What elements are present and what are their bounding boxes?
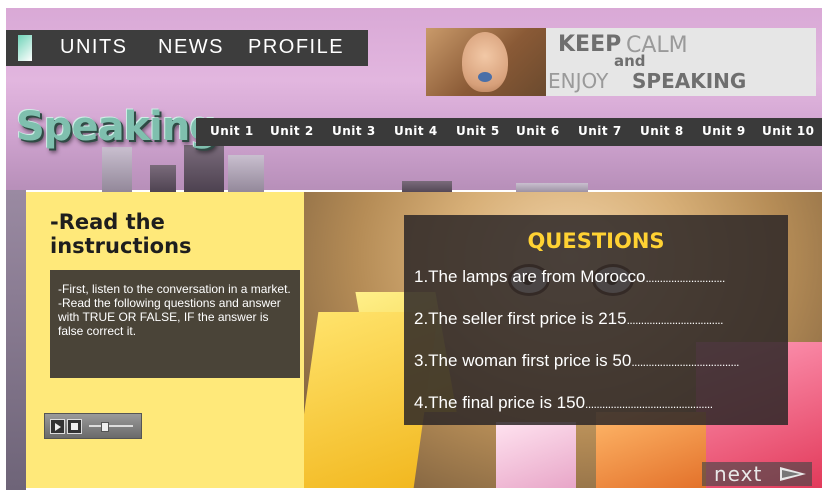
question-1-text: 1.The lamps are from Morocco xyxy=(414,267,646,286)
question-2-text: 2.The seller first price is 215 xyxy=(414,309,627,328)
unit-tabs: Unit 1 Unit 2 Unit 3 Unit 4 Unit 5 Unit … xyxy=(196,118,822,146)
stop-button[interactable] xyxy=(67,419,82,434)
tab-unit-4[interactable]: Unit 4 xyxy=(394,124,438,138)
answer-blank: ............................ xyxy=(645,271,725,285)
next-label: next xyxy=(714,462,763,486)
top-nav: UNITS NEWS PROFILE xyxy=(6,30,368,66)
question-3: 3.The woman first price is 50...........… xyxy=(414,351,740,371)
tab-unit-3[interactable]: Unit 3 xyxy=(332,124,376,138)
section-title: Speaking xyxy=(16,104,218,150)
tab-unit-7[interactable]: Unit 7 xyxy=(578,124,622,138)
tab-unit-9[interactable]: Unit 9 xyxy=(702,124,746,138)
play-button[interactable] xyxy=(50,419,65,434)
audio-player xyxy=(44,413,142,439)
tab-unit-5[interactable]: Unit 5 xyxy=(456,124,500,138)
banner-enjoy: ENJOY xyxy=(548,69,609,93)
question-4: 4.The final price is 150................… xyxy=(414,393,713,413)
instructions-panel: -Read the instructions -First, listen to… xyxy=(26,192,304,488)
questions-title: QUESTIONS xyxy=(527,229,665,253)
gum-bubble xyxy=(478,72,492,82)
next-button[interactable]: next xyxy=(702,462,812,486)
question-1: 1.The lamps are from Morocco............… xyxy=(414,267,725,287)
answer-blank: ........................................… xyxy=(585,397,713,411)
page: UNITS NEWS PROFILE KEEP CALM and ENJOY S… xyxy=(0,0,824,490)
main-content: -Read the instructions -First, listen to… xyxy=(26,192,822,488)
building xyxy=(102,147,132,195)
banner-keep: KEEP xyxy=(558,32,622,57)
instructions-box: -First, listen to the conversation in a … xyxy=(50,270,300,378)
woman-face xyxy=(462,32,508,92)
audio-seek-track[interactable] xyxy=(89,425,133,427)
building xyxy=(184,145,224,195)
keep-calm-banner: KEEP CALM and ENJOY SPEAKING xyxy=(426,28,816,96)
nav-profile[interactable]: PROFILE xyxy=(248,36,344,59)
tab-unit-1[interactable]: Unit 1 xyxy=(210,124,254,138)
question-3-text: 3.The woman first price is 50 xyxy=(414,351,632,370)
building xyxy=(150,165,176,195)
question-4-text: 4.The final price is 150 xyxy=(414,393,586,412)
nav-news[interactable]: NEWS xyxy=(158,36,224,59)
tab-unit-6[interactable]: Unit 6 xyxy=(516,124,560,138)
arrow-right-icon xyxy=(780,467,806,481)
banner-photo xyxy=(426,28,546,96)
tab-unit-2[interactable]: Unit 2 xyxy=(270,124,314,138)
question-2: 2.The seller first price is 215.........… xyxy=(414,309,723,329)
instructions-title: -Read the instructions xyxy=(50,210,192,258)
questions-panel: QUESTIONS 1.The lamps are from Morocco..… xyxy=(404,215,788,425)
audio-seek-knob[interactable] xyxy=(101,422,109,432)
tab-unit-8[interactable]: Unit 8 xyxy=(640,124,684,138)
banner-speaking: SPEAKING xyxy=(632,69,747,93)
banner-and: and xyxy=(614,52,646,70)
tab-unit-10[interactable]: Unit 10 xyxy=(762,124,815,138)
answer-blank: .................................. xyxy=(626,313,724,327)
instructions-text: -First, listen to the conversation in a … xyxy=(58,282,291,338)
answer-blank: ...................................... xyxy=(631,355,740,369)
building xyxy=(228,155,264,195)
nav-units[interactable]: UNITS xyxy=(60,36,128,59)
logo-swatch xyxy=(18,35,32,61)
shopping-bag xyxy=(496,422,576,488)
water-strip xyxy=(6,190,26,490)
